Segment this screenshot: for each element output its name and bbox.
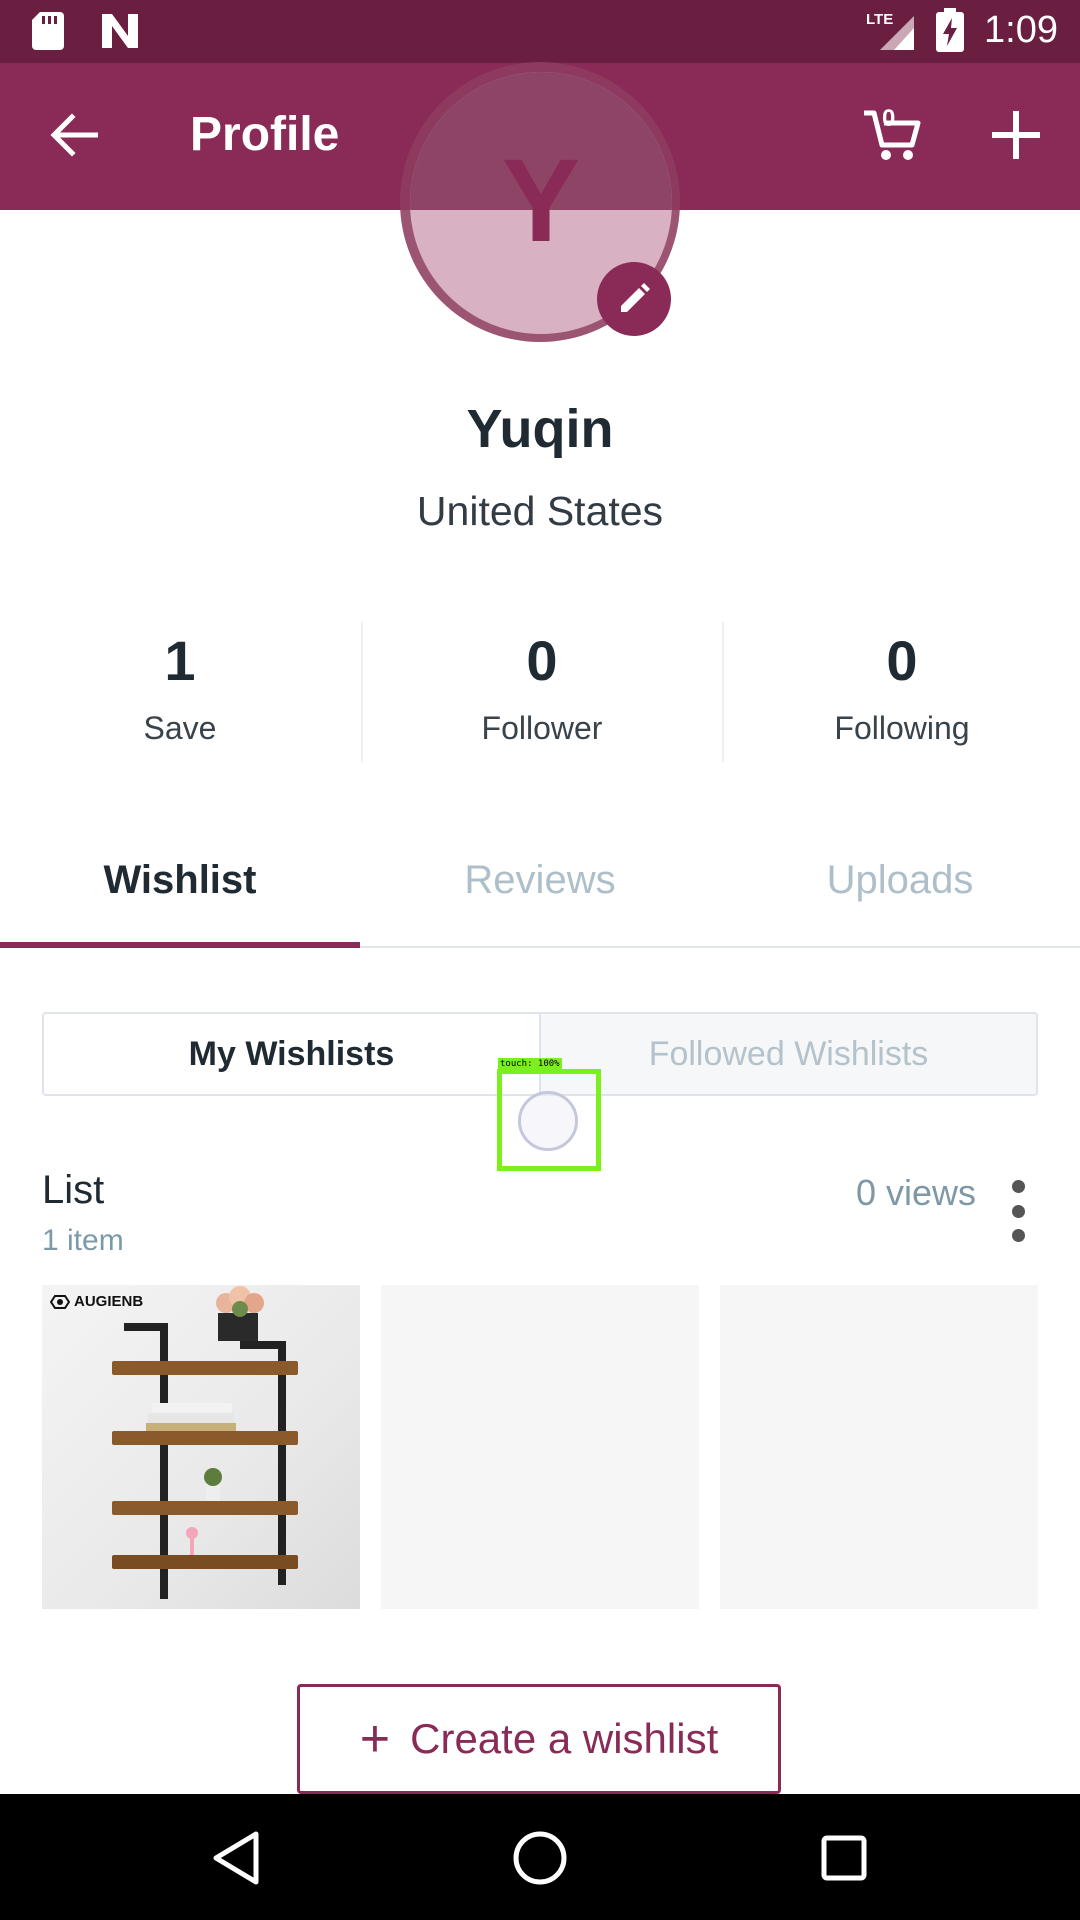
tab-uploads[interactable]: Uploads	[720, 858, 1080, 903]
pencil-icon	[621, 283, 650, 312]
nav-home-icon	[513, 1831, 567, 1885]
wishlist-thumbnail-empty	[381, 1285, 699, 1609]
stat-save[interactable]: 1 Save	[0, 628, 360, 747]
shelf-product-image	[112, 1286, 298, 1599]
nav-back-button[interactable]	[206, 1826, 270, 1890]
wishlist-thumbnail-empty	[720, 1285, 1038, 1609]
stat-value: 0	[886, 629, 918, 692]
stat-label: Save	[143, 710, 217, 746]
n-notification-icon	[102, 14, 138, 48]
nav-home-button[interactable]	[508, 1826, 572, 1890]
tab-wishlist[interactable]: Wishlist	[0, 858, 360, 903]
more-dot	[1011, 1229, 1025, 1242]
stat-following[interactable]: 0 Following	[722, 628, 1080, 747]
nav-recents-icon	[821, 1835, 867, 1881]
system-nav-bar	[0, 1794, 1080, 1920]
svg-text:LTE: LTE	[866, 11, 893, 28]
create-wishlist-label: Create a wishlist	[410, 1715, 719, 1762]
plus-icon	[992, 111, 1040, 159]
nav-recents-button[interactable]	[812, 1826, 876, 1890]
avatar-initial: Y	[501, 135, 581, 267]
lte-signal-icon: LTE	[866, 11, 915, 50]
user-name: Yuqin	[466, 399, 614, 459]
wishlist-item-count: 1 item	[42, 1224, 124, 1257]
active-tab-indicator	[0, 942, 360, 948]
battery-charging-icon	[936, 8, 965, 52]
segment-my-wishlists[interactable]: My Wishlists	[44, 1014, 541, 1094]
back-button[interactable]	[44, 105, 104, 165]
more-options-button[interactable]	[1000, 1180, 1036, 1242]
create-wishlist-button[interactable]: + Create a wishlist	[297, 1684, 781, 1794]
cart-count-badge: 0	[882, 105, 896, 132]
tab-reviews[interactable]: Reviews	[360, 858, 720, 903]
wishlist-views: 0 views	[855, 1172, 976, 1213]
user-location: United States	[416, 488, 664, 534]
stat-value: 1	[164, 629, 196, 692]
back-arrow-icon	[50, 113, 98, 157]
stat-follower[interactable]: 0 Follower	[362, 628, 722, 747]
status-time: 1:09	[984, 8, 1058, 51]
stat-label: Follower	[481, 710, 603, 746]
wishlist-title[interactable]: List	[42, 1168, 104, 1213]
more-dot	[1011, 1180, 1025, 1193]
touch-indicator-circle	[518, 1091, 578, 1151]
status-bar: LTE 1:09	[0, 0, 1080, 63]
wishlist-thumbnail-shelf[interactable]: AUGIENB	[42, 1285, 360, 1609]
edit-profile-button[interactable]	[597, 262, 671, 336]
stat-label: Following	[834, 710, 970, 746]
more-dot	[1011, 1204, 1025, 1218]
add-button[interactable]	[986, 105, 1046, 165]
plus-icon: +	[359, 1710, 391, 1768]
page-title: Profile	[190, 108, 340, 161]
segment-followed-wishlists[interactable]: Followed Wishlists	[541, 1014, 1036, 1094]
nav-back-icon	[213, 1831, 259, 1885]
stat-value: 0	[526, 629, 558, 692]
sd-card-icon	[32, 12, 64, 50]
